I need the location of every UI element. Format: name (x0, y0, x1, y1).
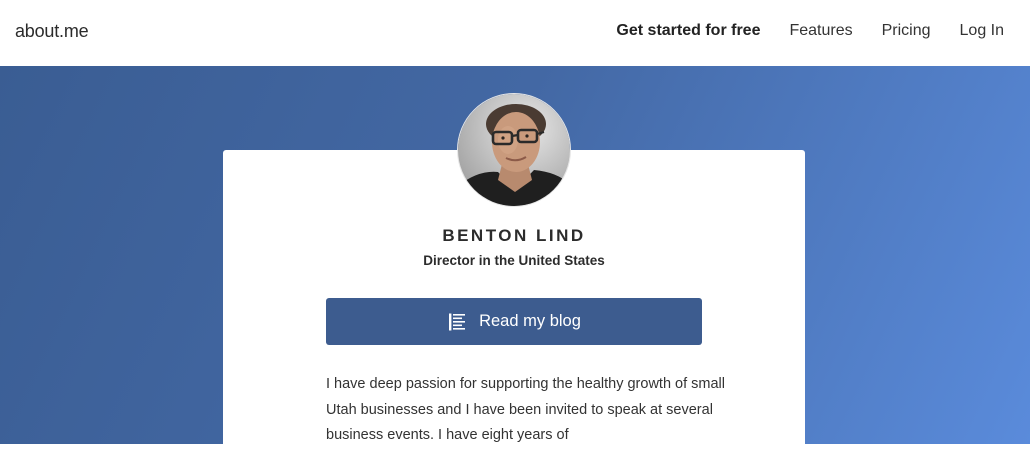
get-started-link[interactable]: Get started for free (616, 22, 760, 40)
document-lines-icon (447, 312, 467, 332)
read-blog-label: Read my blog (479, 312, 581, 330)
top-navigation-bar: about.me Get started for free Features P… (0, 0, 1030, 66)
profile-bio: I have deep passion for supporting the h… (326, 376, 725, 443)
read-blog-button[interactable]: Read my blog (326, 298, 702, 345)
features-link[interactable]: Features (789, 22, 852, 40)
pricing-link[interactable]: Pricing (882, 22, 931, 40)
about-me-logo[interactable]: about.me (15, 21, 89, 42)
header-nav: Get started for free Features Pricing Lo… (616, 22, 1004, 40)
profile-subtitle: Director in the United States (423, 253, 605, 268)
login-link[interactable]: Log In (960, 22, 1004, 40)
profile-avatar (457, 93, 571, 207)
profile-name: BENTON LIND (442, 226, 586, 245)
